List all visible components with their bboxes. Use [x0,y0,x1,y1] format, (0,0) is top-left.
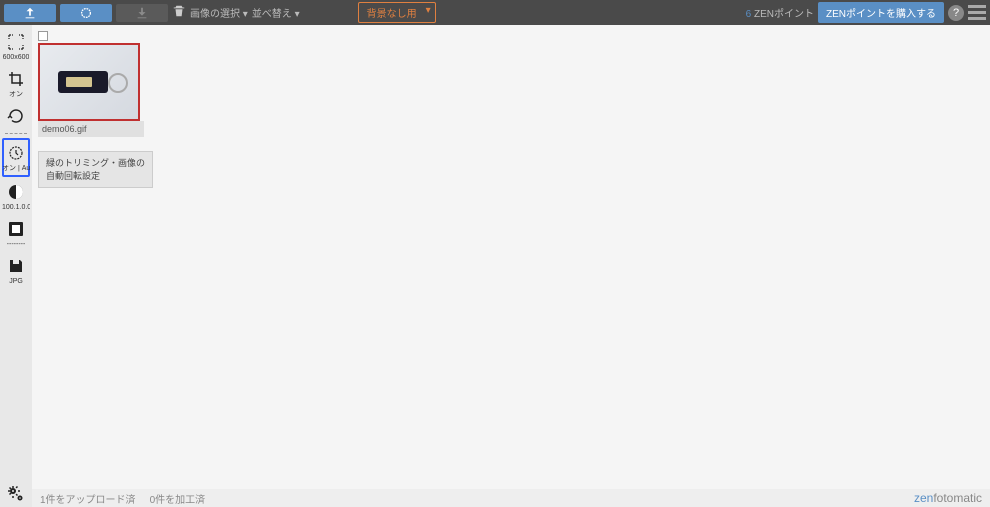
background-mode-select[interactable]: 背景なし用 [358,2,436,23]
uploaded-count: 1件をアップロード済 [40,491,136,506]
trash-icon [172,4,186,18]
buy-points-button[interactable]: ZENポイントを購入する [818,2,944,23]
padding-icon [6,219,26,239]
sort-dropdown[interactable]: 並べ替え ▾ [252,5,300,20]
process-button[interactable] [60,4,112,22]
process-icon [79,6,93,20]
contrast-icon [6,182,26,202]
auto-icon [6,143,26,163]
format-tool[interactable]: JPG [2,253,30,288]
left-toolbar: 600x600 オン オン | Auto 100.1.0.0... ------… [0,25,32,507]
status-bar: 1件をアップロード済 0件を加工済 zenfotomatic [32,489,990,507]
delete-button[interactable] [172,4,186,21]
save-icon [6,256,26,276]
upload-icon [23,6,37,20]
points-display: 6 ZENポイント [746,5,814,20]
brand-logo: zenfotomatic [914,491,982,505]
top-toolbar: 画像の選択 ▾ 並べ替え ▾ 背景なし用 6 ZENポイント ZENポイントを購… [0,0,990,25]
menu-button[interactable] [968,5,986,20]
keychain-graphic [58,71,108,93]
processed-count: 0件を加工済 [150,491,206,506]
download-button[interactable] [116,4,168,22]
main-area: demo06.gif 緑のトリミング・画像の 自動回転設定 [32,25,990,489]
settings-tool[interactable] [2,481,30,507]
tool-tooltip: 緑のトリミング・画像の 自動回転設定 [38,151,153,188]
crop-icon [6,69,26,89]
thumbnail: demo06.gif [38,31,144,137]
resize-icon [6,32,26,52]
crop-tool[interactable]: オン [2,66,30,101]
help-button[interactable]: ? [948,5,964,21]
levels-tool[interactable]: 100.1.0.0... [2,179,30,214]
upload-button[interactable] [4,4,56,22]
thumbnail-checkbox[interactable] [38,31,48,41]
resize-tool[interactable]: 600x600 [2,29,30,64]
rotate-tool[interactable] [2,103,30,129]
ring-graphic [108,73,128,93]
image-select-dropdown[interactable]: 画像の選択 ▾ [190,5,248,20]
auto-tool[interactable]: オン | Auto [2,138,30,177]
download-icon [135,6,149,20]
padding-tool[interactable]: -------- [2,216,30,251]
gears-icon [6,484,26,504]
thumbnail-filename: demo06.gif [38,121,144,137]
rotate-icon [6,106,26,126]
thumbnail-image[interactable] [38,43,140,121]
divider [5,133,27,134]
